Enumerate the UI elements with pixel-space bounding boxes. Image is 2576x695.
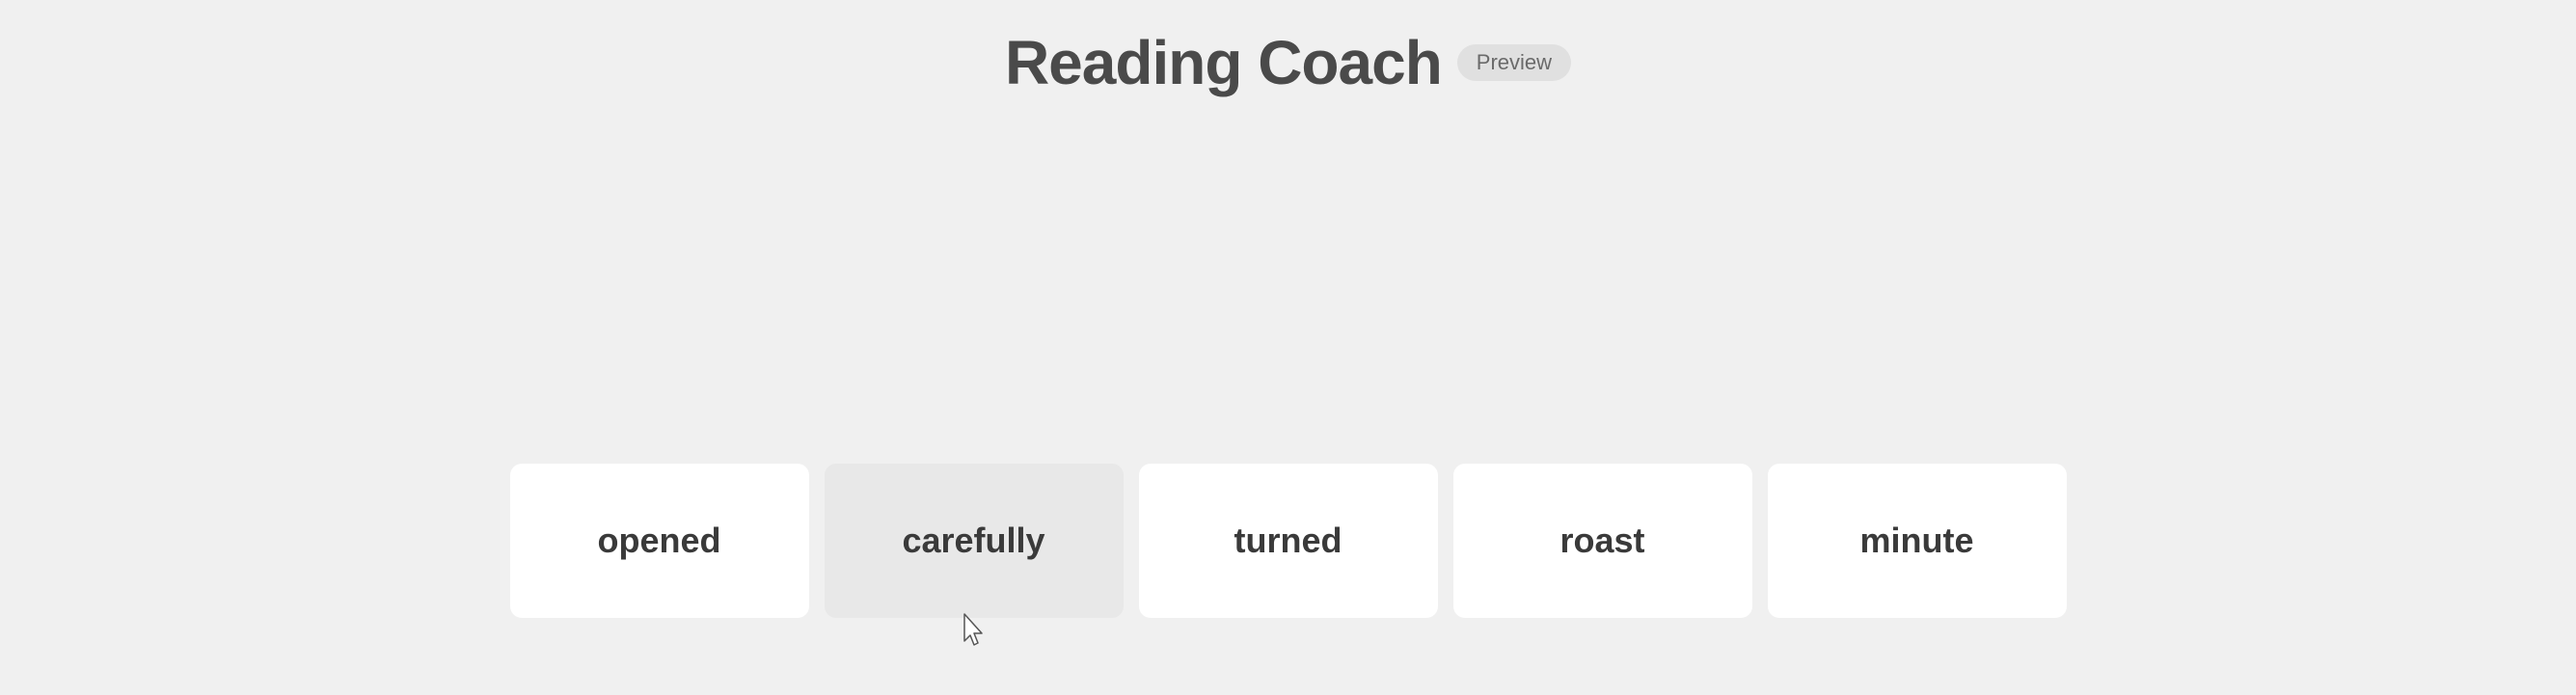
page-title: Reading Coach (1005, 27, 1442, 98)
word-card-carefully[interactable]: carefully (825, 464, 1124, 618)
word-text-carefully: carefully (902, 521, 1044, 561)
word-text-roast: roast (1559, 521, 1644, 561)
word-text-turned: turned (1234, 521, 1342, 561)
word-card-opened[interactable]: opened (510, 464, 809, 618)
cursor-pointer (957, 610, 991, 660)
word-text-minute: minute (1859, 521, 1973, 561)
word-card-turned[interactable]: turned (1139, 464, 1438, 618)
preview-badge: Preview (1457, 44, 1571, 81)
word-text-opened: opened (597, 521, 720, 561)
word-cards-container: opened carefully turned roast minute (0, 464, 2576, 618)
page-header: Reading Coach Preview (0, 0, 2576, 98)
word-card-roast[interactable]: roast (1453, 464, 1752, 618)
word-card-minute[interactable]: minute (1768, 464, 2067, 618)
